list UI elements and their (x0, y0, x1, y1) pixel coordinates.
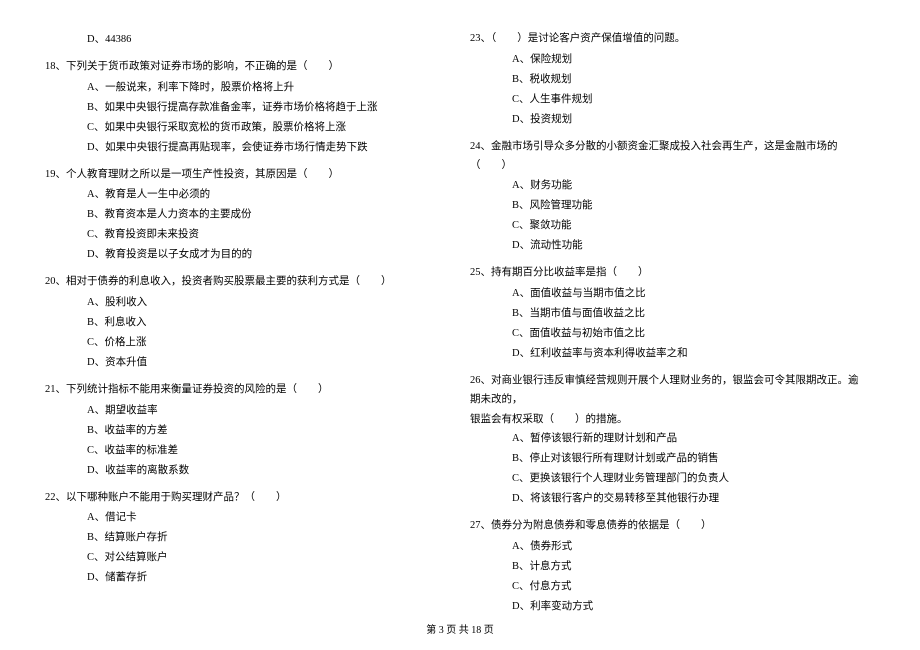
q25-option-a: A、面值收益与当期市值之比 (470, 284, 865, 304)
right-column: 23、（ ）是讨论客户资产保值增值的问题。 A、保险规划 B、税收规划 C、人生… (460, 30, 875, 610)
q18-option-b: B、如果中央银行提高存款准备金率，证券市场价格将趋于上涨 (45, 98, 440, 118)
q20-option-d: D、资本升值 (45, 353, 440, 373)
q24-stem: 24、金融市场引导众多分散的小额资金汇聚成投入社会再生产，这是金融市场的（ ） (470, 138, 865, 176)
question-27: 27、债券分为附息债券和零息债券的依据是（ ） A、债券形式 B、计息方式 C、… (470, 517, 865, 617)
q23-option-c: C、人生事件规划 (470, 90, 865, 110)
q22-stem: 22、以下哪种账户不能用于购买理财产品？（ ） (45, 489, 440, 508)
q19-option-b: B、教育资本是人力资本的主要成份 (45, 205, 440, 225)
q22-option-b: B、结算账户存折 (45, 528, 440, 548)
q18-option-c: C、如果中央银行采取宽松的货币政策，股票价格将上涨 (45, 118, 440, 138)
q25-option-c: C、面值收益与初始市值之比 (470, 324, 865, 344)
q27-option-b: B、计息方式 (470, 557, 865, 577)
q19-stem: 19、个人教育理财之所以是一项生产性投资，其原因是（ ） (45, 166, 440, 185)
question-25: 25、持有期百分比收益率是指（ ） A、面值收益与当期市值之比 B、当期市值与面… (470, 264, 865, 364)
q24-option-b: B、风险管理功能 (470, 196, 865, 216)
q20-stem: 20、相对于债券的利息收入，投资者购买股票最主要的获利方式是（ ） (45, 273, 440, 292)
q23-option-b: B、税收规划 (470, 70, 865, 90)
q26-option-d: D、将该银行客户的交易转移至其他银行办理 (470, 489, 865, 509)
q21-option-d: D、收益率的离散系数 (45, 461, 440, 481)
question-22: 22、以下哪种账户不能用于购买理财产品？（ ） A、借记卡 B、结算账户存折 C… (45, 489, 440, 589)
q26-option-c: C、更换该银行个人理财业务管理部门的负责人 (470, 469, 865, 489)
question-21: 21、下列统计指标不能用来衡量证券投资的风险的是（ ） A、期望收益率 B、收益… (45, 381, 440, 481)
q17-option-d: D、44386 (45, 30, 440, 50)
q19-option-a: A、教育是人一生中必须的 (45, 185, 440, 205)
page-content: D、44386 18、下列关于货币政策对证券市场的影响，不正确的是（ ） A、一… (0, 0, 920, 610)
left-column: D、44386 18、下列关于货币政策对证券市场的影响，不正确的是（ ） A、一… (45, 30, 460, 610)
q27-option-d: D、利率变动方式 (470, 597, 865, 617)
q27-stem: 27、债券分为附息债券和零息债券的依据是（ ） (470, 517, 865, 536)
q26-stem-line2: 银监会有权采取（ ）的措施。 (470, 411, 865, 430)
q21-stem: 21、下列统计指标不能用来衡量证券投资的风险的是（ ） (45, 381, 440, 400)
q18-option-a: A、一般说来，利率下降时，股票价格将上升 (45, 78, 440, 98)
q18-stem: 18、下列关于货币政策对证券市场的影响，不正确的是（ ） (45, 58, 440, 77)
q20-option-b: B、利息收入 (45, 313, 440, 333)
q19-option-d: D、教育投资是以子女成才为目的的 (45, 245, 440, 265)
q23-stem: 23、（ ）是讨论客户资产保值增值的问题。 (470, 30, 865, 49)
q23-option-a: A、保险规划 (470, 50, 865, 70)
q22-option-d: D、储蓄存折 (45, 568, 440, 588)
question-18: 18、下列关于货币政策对证券市场的影响，不正确的是（ ） A、一般说来，利率下降… (45, 58, 440, 158)
q19-option-c: C、教育投资即未来投资 (45, 225, 440, 245)
q24-option-d: D、流动性功能 (470, 236, 865, 256)
q18-option-d: D、如果中央银行提高再贴现率，会使证券市场行情走势下跌 (45, 138, 440, 158)
question-24: 24、金融市场引导众多分散的小额资金汇聚成投入社会再生产，这是金融市场的（ ） … (470, 138, 865, 257)
q25-option-b: B、当期市值与面值收益之比 (470, 304, 865, 324)
q26-option-b: B、停止对该银行所有理财计划或产品的销售 (470, 449, 865, 469)
question-23: 23、（ ）是讨论客户资产保值增值的问题。 A、保险规划 B、税收规划 C、人生… (470, 30, 865, 130)
q24-option-a: A、财务功能 (470, 176, 865, 196)
q21-option-c: C、收益率的标准差 (45, 441, 440, 461)
q27-option-c: C、付息方式 (470, 577, 865, 597)
q26-stem-line1: 26、对商业银行违反审慎经营规则开展个人理财业务的，银监会可令其限期改正。逾期未… (470, 372, 865, 410)
q26-option-a: A、暂停该银行新的理财计划和产品 (470, 429, 865, 449)
q20-option-c: C、价格上涨 (45, 333, 440, 353)
q21-option-a: A、期望收益率 (45, 401, 440, 421)
page-footer: 第 3 页 共 18 页 (0, 621, 920, 636)
q25-option-d: D、红利收益率与资本利得收益率之和 (470, 344, 865, 364)
q23-option-d: D、投资规划 (470, 110, 865, 130)
question-26: 26、对商业银行违反审慎经营规则开展个人理财业务的，银监会可令其限期改正。逾期未… (470, 372, 865, 509)
question-20: 20、相对于债券的利息收入，投资者购买股票最主要的获利方式是（ ） A、股利收入… (45, 273, 440, 373)
q27-option-a: A、债券形式 (470, 537, 865, 557)
q22-option-c: C、对公结算账户 (45, 548, 440, 568)
q24-option-c: C、聚敛功能 (470, 216, 865, 236)
q21-option-b: B、收益率的方差 (45, 421, 440, 441)
q20-option-a: A、股利收入 (45, 293, 440, 313)
q22-option-a: A、借记卡 (45, 508, 440, 528)
question-19: 19、个人教育理财之所以是一项生产性投资，其原因是（ ） A、教育是人一生中必须… (45, 166, 440, 266)
q25-stem: 25、持有期百分比收益率是指（ ） (470, 264, 865, 283)
